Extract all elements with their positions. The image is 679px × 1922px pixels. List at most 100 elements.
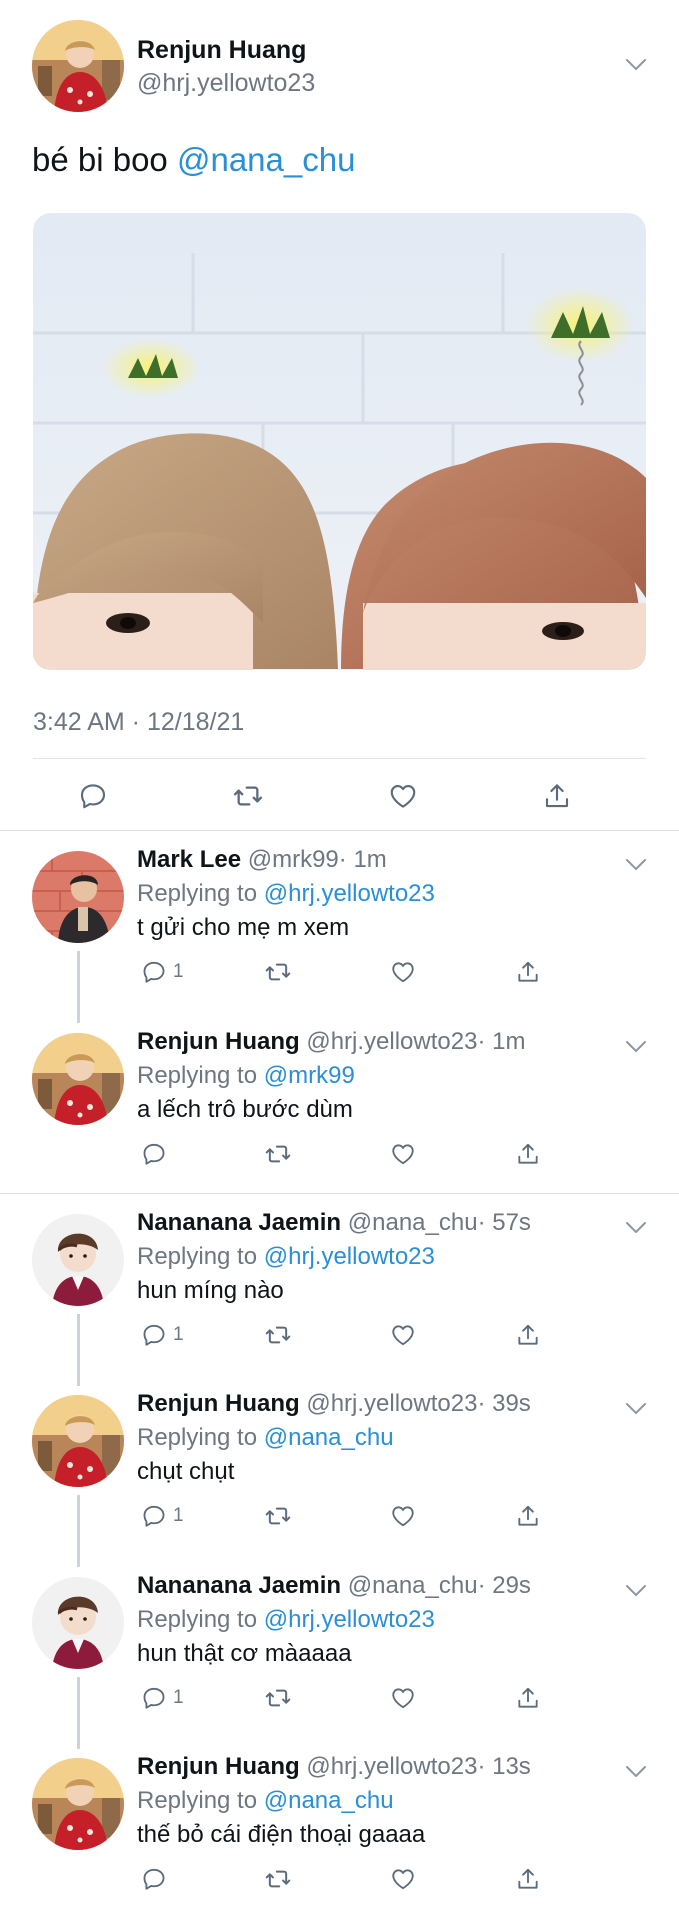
tweet-photo[interactable] [33, 213, 646, 670]
like-button[interactable] [390, 1859, 416, 1899]
reply-author-name[interactable]: Nananana Jaemin [137, 1572, 341, 1599]
reply-avatar[interactable] [32, 1214, 124, 1306]
reply-count: 1 [173, 1505, 184, 1526]
like-button[interactable] [390, 1678, 416, 1718]
reply-button[interactable] [141, 1859, 173, 1899]
reply-avatar[interactable] [32, 1758, 124, 1850]
mention-link[interactable]: @nana_chu [177, 141, 355, 178]
reply-author-name[interactable]: Renjun Huang [137, 1753, 300, 1780]
retweet-button[interactable] [264, 1678, 292, 1718]
reply-text: hun míng nào [137, 1277, 284, 1304]
reply-text: t gửi cho mẹ m xem [137, 914, 350, 941]
replying-to-label: Replying to [137, 880, 264, 907]
reply-tweet[interactable]: Nananana Jaemin @nana_chu· 29s Replying t… [0, 1560, 679, 1749]
reply-tweet[interactable]: Renjun Huang @hrj.yellowto23· 1m Replying… [0, 1016, 679, 1197]
like-icon [390, 1685, 416, 1711]
share-button[interactable] [542, 766, 572, 826]
replying-to-link[interactable]: @mrk99 [264, 1062, 355, 1089]
chevron-down-icon[interactable] [625, 858, 647, 872]
reply-text: a lếch trô bước dùm [137, 1096, 353, 1123]
reply-icon [141, 1322, 167, 1348]
reply-tweet[interactable]: Nananana Jaemin @nana_chu· 57s Replying t… [0, 1197, 679, 1386]
reply-tweet[interactable]: Mark Lee @mrk99· 1m Replying to @hrj.yell… [0, 834, 679, 1023]
retweet-icon [264, 1684, 292, 1712]
retweet-button[interactable] [264, 952, 292, 992]
reply-avatar[interactable] [32, 1033, 124, 1125]
divider [0, 830, 679, 831]
retweet-button[interactable] [264, 1134, 292, 1174]
replying-to: Replying to @mrk99 [137, 1061, 355, 1091]
chevron-down-icon[interactable] [625, 1402, 647, 1416]
like-button[interactable] [390, 952, 416, 992]
share-button[interactable] [515, 1678, 541, 1718]
chevron-down-icon[interactable] [625, 58, 647, 72]
replying-to-link[interactable]: @hrj.yellowto23 [264, 1606, 435, 1633]
avatar-image [32, 1758, 124, 1850]
reply-header: Renjun Huang @hrj.yellowto23· 1m [137, 1027, 525, 1057]
reply-tweet[interactable]: Renjun Huang @hrj.yellowto23· 39s Replyin… [0, 1378, 679, 1567]
reply-avatar[interactable] [32, 1395, 124, 1487]
avatar-image [32, 851, 124, 943]
reply-author-handle[interactable]: @hrj.yellowto23 [306, 1390, 477, 1417]
like-button[interactable] [390, 1315, 416, 1355]
share-icon [515, 1866, 541, 1892]
reply-avatar[interactable] [32, 1577, 124, 1669]
like-button[interactable] [388, 766, 418, 826]
replying-to-label: Replying to [137, 1062, 264, 1089]
reply-button[interactable]: 1 [141, 1678, 184, 1718]
chevron-down-icon[interactable] [625, 1221, 647, 1235]
reply-button[interactable] [78, 766, 108, 826]
retweet-button[interactable] [264, 1859, 292, 1899]
reply-button[interactable] [141, 1134, 173, 1174]
reply-icon [141, 1866, 167, 1892]
reply-author-handle[interactable]: @nana_chu [348, 1572, 478, 1599]
share-button[interactable] [515, 952, 541, 992]
retweet-button[interactable] [232, 766, 264, 826]
chevron-down-icon[interactable] [625, 1765, 647, 1779]
share-icon [515, 959, 541, 985]
like-button[interactable] [390, 1134, 416, 1174]
author-name[interactable]: Renjun Huang [137, 35, 306, 65]
author-handle[interactable]: @hrj.yellowto23 [137, 68, 315, 98]
reply-avatar[interactable] [32, 851, 124, 943]
share-button[interactable] [515, 1315, 541, 1355]
thread-line [77, 1495, 80, 1567]
reply-text: thế bỏ cái điện thoại gaaaa [137, 1821, 426, 1848]
reply-button[interactable]: 1 [141, 1496, 184, 1536]
replying-to-link[interactable]: @hrj.yellowto23 [264, 880, 435, 907]
author-avatar[interactable] [32, 20, 124, 112]
replying-to-link[interactable]: @hrj.yellowto23 [264, 1243, 435, 1270]
reply-button[interactable]: 1 [141, 1315, 184, 1355]
replying-to: Replying to @nana_chu [137, 1423, 394, 1453]
reply-time: · 57s [477, 1209, 531, 1236]
divider [0, 1193, 679, 1194]
reply-author-name[interactable]: Renjun Huang [137, 1028, 300, 1055]
reply-tweet[interactable]: Renjun Huang @hrj.yellowto23· 13s Replyin… [0, 1741, 679, 1922]
reply-author-name[interactable]: Nananana Jaemin [137, 1209, 341, 1236]
reply-author-name[interactable]: Renjun Huang [137, 1390, 300, 1417]
like-button[interactable] [390, 1496, 416, 1536]
reply-author-name[interactable]: Mark Lee [137, 846, 241, 873]
reply-author-handle[interactable]: @hrj.yellowto23 [306, 1753, 477, 1780]
reply-button[interactable]: 1 [141, 952, 184, 992]
share-button[interactable] [515, 1859, 541, 1899]
retweet-icon [232, 780, 264, 812]
retweet-button[interactable] [264, 1496, 292, 1536]
retweet-button[interactable] [264, 1315, 292, 1355]
chevron-down-icon[interactable] [625, 1584, 647, 1598]
share-button[interactable] [515, 1496, 541, 1536]
photo-image [33, 213, 646, 670]
reply-author-handle[interactable]: @hrj.yellowto23 [306, 1028, 477, 1055]
reply-author-handle[interactable]: @mrk99 [248, 846, 339, 873]
reply-time: · 13s [477, 1753, 531, 1780]
divider [33, 758, 646, 759]
replying-to-link[interactable]: @nana_chu [264, 1424, 394, 1451]
thread-line [77, 951, 80, 1023]
replying-to-label: Replying to [137, 1606, 264, 1633]
replying-to: Replying to @hrj.yellowto23 [137, 1242, 435, 1272]
chevron-down-icon[interactable] [625, 1040, 647, 1054]
share-button[interactable] [515, 1134, 541, 1174]
reply-text: chụt chụt [137, 1458, 235, 1485]
reply-author-handle[interactable]: @nana_chu [348, 1209, 478, 1236]
replying-to-link[interactable]: @nana_chu [264, 1787, 394, 1814]
